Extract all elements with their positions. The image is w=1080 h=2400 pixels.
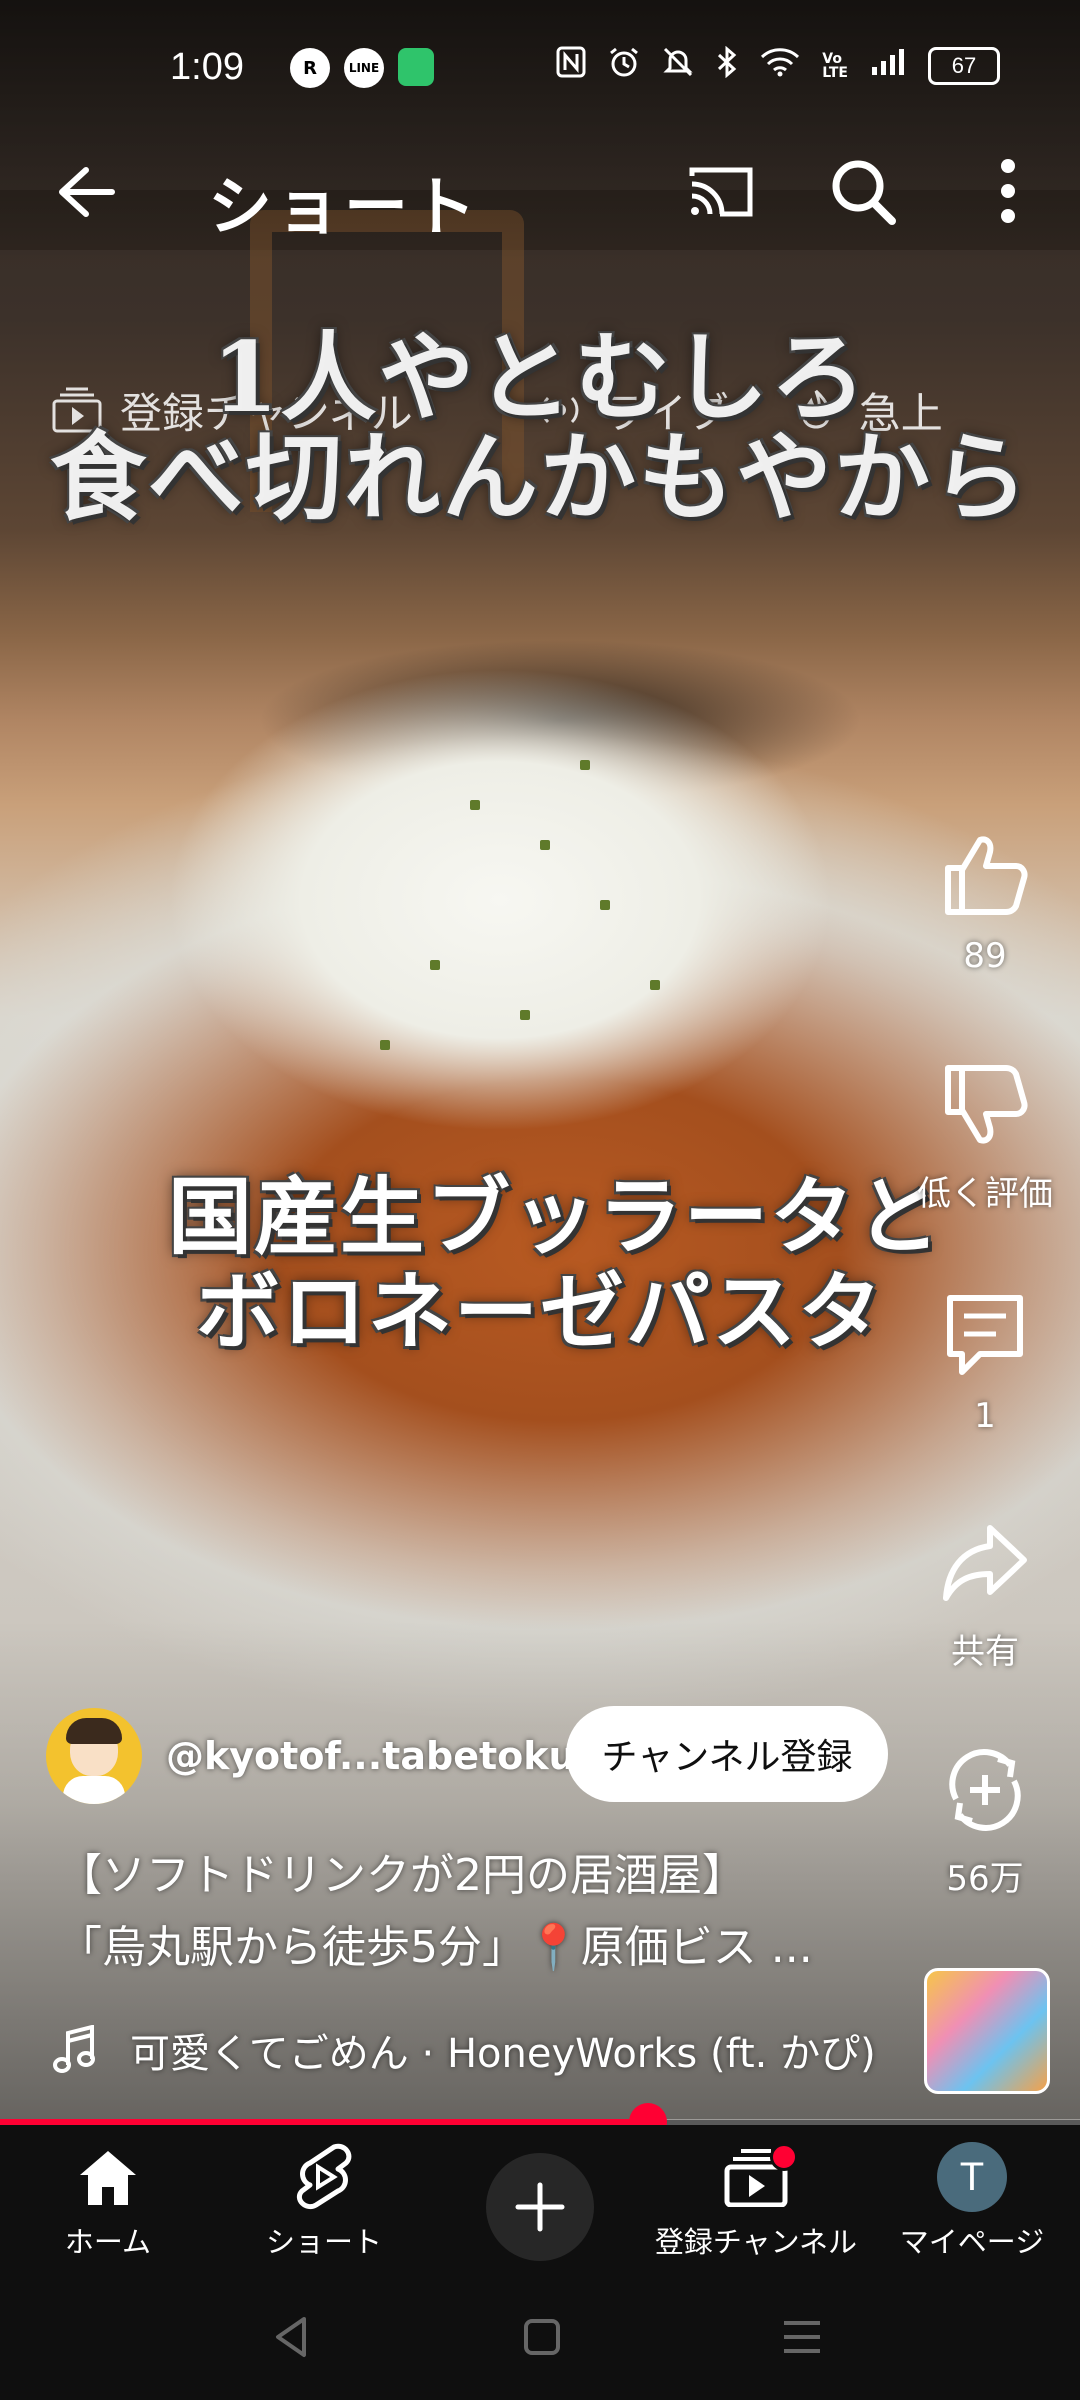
music-title: 可愛くてごめん · HoneyWorks (ft. かぴ) bbox=[130, 2031, 876, 2077]
battery-indicator: 67 bbox=[928, 47, 1000, 85]
line-icon: LINE bbox=[344, 48, 384, 88]
plus-icon bbox=[515, 2182, 565, 2232]
home-icon bbox=[80, 2151, 136, 2205]
comment-icon bbox=[947, 1295, 1023, 1375]
herb-garnish bbox=[580, 760, 590, 770]
nav-home-label: ホーム bbox=[64, 2225, 152, 2259]
share-label: 共有 bbox=[951, 1632, 1019, 1672]
remix-count: 56万 bbox=[946, 1859, 1024, 1899]
nav-mypage[interactable]: T マイページ bbox=[864, 2139, 1080, 2261]
volte-icon: Vo LTE bbox=[822, 51, 848, 81]
like-action: 89 bbox=[900, 820, 1070, 976]
system-icons: Vo LTE 67 bbox=[556, 45, 1000, 86]
system-recents-button[interactable] bbox=[772, 2307, 832, 2367]
mute-icon bbox=[662, 46, 694, 86]
battery-app-icon bbox=[398, 48, 434, 86]
comment-count: 1 bbox=[974, 1396, 996, 1436]
wifi-icon bbox=[760, 47, 800, 85]
herb-garnish bbox=[600, 900, 610, 910]
music-row[interactable]: 可愛くてごめん · HoneyWorks (ft. かぴ) bbox=[52, 2020, 876, 2080]
dislike-button[interactable] bbox=[930, 1050, 1040, 1160]
more-vert-icon bbox=[1001, 159, 1015, 223]
menu-lines-icon bbox=[784, 2321, 820, 2353]
thumbs-up-icon bbox=[945, 836, 1028, 915]
nav-shorts-label: ショート bbox=[265, 2225, 382, 2259]
nfc-icon bbox=[556, 46, 586, 86]
video-caption-line2: 食べ切れんかもやから bbox=[50, 421, 1030, 534]
music-note-icon bbox=[53, 2025, 95, 2073]
nav-shorts[interactable]: ショート bbox=[216, 2139, 432, 2261]
dislike-action: 低く評価 bbox=[890, 1050, 1080, 1215]
share-button[interactable] bbox=[930, 1508, 1040, 1618]
channel-handle[interactable]: @kyotof...tabetoku bbox=[166, 1734, 576, 1778]
system-home-button[interactable] bbox=[512, 2307, 572, 2367]
video-description[interactable]: 【ソフトドリンクが2円の居酒屋】 「烏丸駅から徒歩5分」📍原価ビス ... bbox=[58, 1840, 878, 1984]
nav-home[interactable]: ホーム bbox=[0, 2139, 216, 2261]
remix-action: 56万 bbox=[900, 1735, 1070, 1900]
create-button[interactable] bbox=[486, 2153, 594, 2261]
avatar-body bbox=[63, 1776, 125, 1804]
herb-garnish bbox=[520, 1010, 530, 1020]
channel-avatar[interactable] bbox=[46, 1708, 142, 1804]
comment-action: 1 bbox=[900, 1280, 1070, 1436]
herb-garnish bbox=[380, 1040, 390, 1050]
cast-button[interactable] bbox=[686, 162, 756, 222]
cast-icon bbox=[689, 167, 753, 217]
avatar-hair bbox=[66, 1718, 122, 1744]
shorts-icon bbox=[296, 2143, 352, 2209]
dislike-label: 低く評価 bbox=[917, 1174, 1053, 1214]
top-app-bar: ショート bbox=[0, 140, 1080, 245]
herb-garnish bbox=[430, 960, 440, 970]
signal-icon bbox=[870, 47, 906, 85]
herb-garnish bbox=[650, 980, 660, 990]
herb-garnish bbox=[540, 840, 550, 850]
nav-subscriptions-label: 登録チャンネル bbox=[654, 2225, 858, 2259]
system-back-button[interactable] bbox=[262, 2307, 322, 2367]
remix-button[interactable] bbox=[930, 1735, 1040, 1845]
search-button[interactable] bbox=[828, 154, 898, 228]
system-navigation-bar bbox=[0, 2275, 1080, 2400]
thumbs-down-icon bbox=[945, 1065, 1028, 1144]
bluetooth-icon bbox=[716, 45, 738, 86]
description-line1: 【ソフトドリンクが2円の居酒屋】 bbox=[58, 1850, 746, 1901]
alarm-icon bbox=[608, 46, 640, 86]
comment-button[interactable] bbox=[930, 1280, 1040, 1390]
shorts-screen: 登録チャンネル ライブ 急上 1人やとむしろ 食べ切れんかもやから 国産生ブッラ… bbox=[0, 0, 1080, 2400]
back-button[interactable] bbox=[50, 162, 120, 222]
square-home-icon bbox=[524, 2319, 560, 2355]
search-icon bbox=[832, 160, 896, 225]
triangle-back-icon bbox=[276, 2317, 306, 2357]
rakuten-link-icon: R bbox=[290, 48, 330, 88]
bottom-navigation: ホーム ショート 登録チャンネル T マイページ bbox=[0, 2125, 1080, 2275]
nav-mypage-label: マイページ bbox=[899, 2225, 1045, 2259]
remix-icon bbox=[949, 1749, 1021, 1831]
status-bar: 1:09 R LINE Vo LTE 67 bbox=[0, 0, 1080, 140]
back-arrow-icon bbox=[59, 167, 115, 217]
more-options-button[interactable] bbox=[990, 154, 1026, 228]
share-icon bbox=[943, 1525, 1027, 1601]
like-count: 89 bbox=[963, 936, 1007, 976]
description-line2: 「烏丸駅から徒歩5分」📍原価ビス ... bbox=[58, 1922, 813, 1973]
new-content-badge bbox=[770, 2143, 798, 2171]
subscribe-button[interactable]: チャンネル登録 bbox=[566, 1706, 888, 1802]
page-title: ショート bbox=[208, 171, 480, 245]
nav-subscriptions[interactable]: 登録チャンネル bbox=[648, 2139, 864, 2261]
status-time: 1:09 bbox=[170, 46, 244, 88]
notification-icons: R LINE bbox=[290, 48, 434, 88]
share-action: 共有 bbox=[900, 1508, 1070, 1673]
sound-thumbnail[interactable] bbox=[924, 1968, 1050, 2094]
channel-row: @kyotof...tabetoku bbox=[46, 1706, 576, 1806]
like-button[interactable] bbox=[930, 820, 1040, 930]
user-avatar: T bbox=[937, 2142, 1007, 2212]
herb-garnish bbox=[470, 800, 480, 810]
